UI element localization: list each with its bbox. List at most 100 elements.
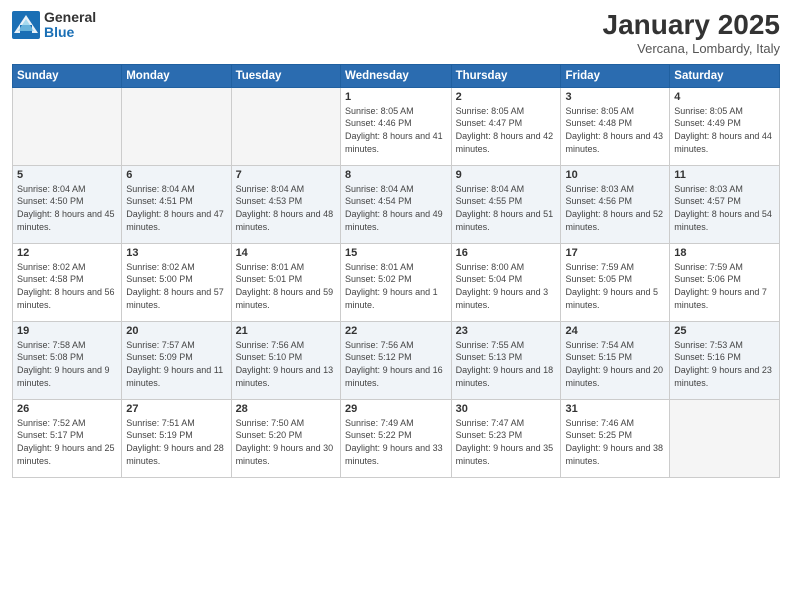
day-info: Sunrise: 8:04 AM Sunset: 4:54 PM Dayligh… xyxy=(345,183,447,233)
day-info: Sunrise: 7:50 AM Sunset: 5:20 PM Dayligh… xyxy=(236,417,336,467)
table-cell: 23 Sunrise: 7:55 AM Sunset: 5:13 PM Dayli… xyxy=(451,321,561,399)
day-number: 7 xyxy=(236,169,336,181)
table-cell: 15 Sunrise: 8:01 AM Sunset: 5:02 PM Dayli… xyxy=(341,243,452,321)
calendar-table: Sunday Monday Tuesday Wednesday Thursday… xyxy=(12,64,780,478)
day-info: Sunrise: 7:55 AM Sunset: 5:13 PM Dayligh… xyxy=(456,339,557,389)
day-info: Sunrise: 7:51 AM Sunset: 5:19 PM Dayligh… xyxy=(126,417,226,467)
table-cell: 4 Sunrise: 8:05 AM Sunset: 4:49 PM Daylig… xyxy=(670,87,780,165)
day-number: 19 xyxy=(17,325,117,337)
day-number: 14 xyxy=(236,247,336,259)
day-info: Sunrise: 7:49 AM Sunset: 5:22 PM Dayligh… xyxy=(345,417,447,467)
table-cell: 22 Sunrise: 7:56 AM Sunset: 5:12 PM Dayli… xyxy=(341,321,452,399)
table-cell: 9 Sunrise: 8:04 AM Sunset: 4:55 PM Daylig… xyxy=(451,165,561,243)
day-number: 2 xyxy=(456,91,557,103)
day-info: Sunrise: 7:58 AM Sunset: 5:08 PM Dayligh… xyxy=(17,339,117,389)
weekday-header-row: Sunday Monday Tuesday Wednesday Thursday… xyxy=(13,64,780,87)
table-cell xyxy=(231,87,340,165)
day-info: Sunrise: 8:05 AM Sunset: 4:48 PM Dayligh… xyxy=(565,105,665,155)
day-info: Sunrise: 8:02 AM Sunset: 5:00 PM Dayligh… xyxy=(126,261,226,311)
table-cell xyxy=(13,87,122,165)
day-info: Sunrise: 7:56 AM Sunset: 5:12 PM Dayligh… xyxy=(345,339,447,389)
day-number: 6 xyxy=(126,169,226,181)
day-info: Sunrise: 8:04 AM Sunset: 4:51 PM Dayligh… xyxy=(126,183,226,233)
logo: General Blue xyxy=(12,10,96,41)
table-cell: 25Sunrise: 7:53 AM Sunset: 5:16 PM Dayli… xyxy=(670,321,780,399)
day-number: 5 xyxy=(17,169,117,181)
day-info: Sunrise: 8:00 AM Sunset: 5:04 PM Dayligh… xyxy=(456,261,557,311)
table-cell: 2 Sunrise: 8:05 AM Sunset: 4:47 PM Daylig… xyxy=(451,87,561,165)
logo-text: General Blue xyxy=(44,10,96,41)
day-info: Sunrise: 7:57 AM Sunset: 5:09 PM Dayligh… xyxy=(126,339,226,389)
table-cell: 3 Sunrise: 8:05 AM Sunset: 4:48 PM Daylig… xyxy=(561,87,670,165)
day-info: Sunrise: 7:52 AM Sunset: 5:17 PM Dayligh… xyxy=(17,417,117,467)
day-info: Sunrise: 7:56 AM Sunset: 5:10 PM Dayligh… xyxy=(236,339,336,389)
day-number: 12 xyxy=(17,247,117,259)
day-number: 11 xyxy=(674,169,775,181)
day-number: 4 xyxy=(674,91,775,103)
table-cell xyxy=(122,87,231,165)
day-number: 29 xyxy=(345,403,447,415)
week-row-5: 26 Sunrise: 7:52 AM Sunset: 5:17 PM Dayli… xyxy=(13,399,780,477)
day-number: 23 xyxy=(456,325,557,337)
day-info: Sunrise: 8:01 AM Sunset: 5:02 PM Dayligh… xyxy=(345,261,447,311)
day-number: 26 xyxy=(17,403,117,415)
day-number: 9 xyxy=(456,169,557,181)
table-cell: 29 Sunrise: 7:49 AM Sunset: 5:22 PM Dayli… xyxy=(341,399,452,477)
table-cell: 17 Sunrise: 7:59 AM Sunset: 5:05 PM Dayli… xyxy=(561,243,670,321)
day-info: Sunrise: 7:53 AM Sunset: 5:16 PM Dayligh… xyxy=(674,339,775,389)
table-cell: 13 Sunrise: 8:02 AM Sunset: 5:00 PM Dayli… xyxy=(122,243,231,321)
day-number: 1 xyxy=(345,91,447,103)
day-info: Sunrise: 8:04 AM Sunset: 4:55 PM Dayligh… xyxy=(456,183,557,233)
title-block: January 2025 Vercana, Lombardy, Italy xyxy=(603,10,780,56)
week-row-3: 12 Sunrise: 8:02 AM Sunset: 4:58 PM Dayli… xyxy=(13,243,780,321)
table-cell: 26 Sunrise: 7:52 AM Sunset: 5:17 PM Dayli… xyxy=(13,399,122,477)
logo-blue: Blue xyxy=(44,25,96,40)
day-number: 13 xyxy=(126,247,226,259)
day-number: 18 xyxy=(674,247,775,259)
table-cell: 8Sunrise: 8:04 AM Sunset: 4:54 PM Daylig… xyxy=(341,165,452,243)
table-cell: 14 Sunrise: 8:01 AM Sunset: 5:01 PM Dayli… xyxy=(231,243,340,321)
day-number: 17 xyxy=(565,247,665,259)
day-number: 21 xyxy=(236,325,336,337)
day-number: 3 xyxy=(565,91,665,103)
day-info: Sunrise: 7:59 AM Sunset: 5:05 PM Dayligh… xyxy=(565,261,665,311)
table-cell: 7 Sunrise: 8:04 AM Sunset: 4:53 PM Daylig… xyxy=(231,165,340,243)
day-number: 30 xyxy=(456,403,557,415)
day-number: 22 xyxy=(345,325,447,337)
day-info: Sunrise: 7:54 AM Sunset: 5:15 PM Dayligh… xyxy=(565,339,665,389)
day-info: Sunrise: 8:05 AM Sunset: 4:47 PM Dayligh… xyxy=(456,105,557,155)
header-thursday: Thursday xyxy=(451,64,561,87)
table-cell: 18 Sunrise: 7:59 AM Sunset: 5:06 PM Dayli… xyxy=(670,243,780,321)
header-friday: Friday xyxy=(561,64,670,87)
header-monday: Monday xyxy=(122,64,231,87)
day-number: 20 xyxy=(126,325,226,337)
table-cell: 28 Sunrise: 7:50 AM Sunset: 5:20 PM Dayli… xyxy=(231,399,340,477)
calendar-container: General Blue January 2025 Vercana, Lomba… xyxy=(0,0,792,612)
day-info: Sunrise: 7:59 AM Sunset: 5:06 PM Dayligh… xyxy=(674,261,775,311)
table-cell: 20 Sunrise: 7:57 AM Sunset: 5:09 PM Dayli… xyxy=(122,321,231,399)
day-info: Sunrise: 8:04 AM Sunset: 4:50 PM Dayligh… xyxy=(17,183,117,233)
day-info: Sunrise: 8:05 AM Sunset: 4:46 PM Dayligh… xyxy=(345,105,447,155)
day-number: 16 xyxy=(456,247,557,259)
day-number: 31 xyxy=(565,403,665,415)
table-cell: 6 Sunrise: 8:04 AM Sunset: 4:51 PM Daylig… xyxy=(122,165,231,243)
table-cell: 27Sunrise: 7:51 AM Sunset: 5:19 PM Dayli… xyxy=(122,399,231,477)
day-info: Sunrise: 8:01 AM Sunset: 5:01 PM Dayligh… xyxy=(236,261,336,311)
month-title: January 2025 xyxy=(603,10,780,41)
logo-general: General xyxy=(44,10,96,25)
table-cell: 12 Sunrise: 8:02 AM Sunset: 4:58 PM Dayli… xyxy=(13,243,122,321)
day-info: Sunrise: 8:02 AM Sunset: 4:58 PM Dayligh… xyxy=(17,261,117,311)
day-number: 15 xyxy=(345,247,447,259)
day-number: 10 xyxy=(565,169,665,181)
day-info: Sunrise: 8:04 AM Sunset: 4:53 PM Dayligh… xyxy=(236,183,336,233)
day-info: Sunrise: 8:05 AM Sunset: 4:49 PM Dayligh… xyxy=(674,105,775,155)
day-number: 28 xyxy=(236,403,336,415)
table-cell xyxy=(670,399,780,477)
logo-icon xyxy=(12,11,40,39)
week-row-1: 1 Sunrise: 8:05 AM Sunset: 4:46 PM Daylig… xyxy=(13,87,780,165)
header-saturday: Saturday xyxy=(670,64,780,87)
day-info: Sunrise: 8:03 AM Sunset: 4:56 PM Dayligh… xyxy=(565,183,665,233)
day-info: Sunrise: 7:47 AM Sunset: 5:23 PM Dayligh… xyxy=(456,417,557,467)
table-cell: 19 Sunrise: 7:58 AM Sunset: 5:08 PM Dayli… xyxy=(13,321,122,399)
day-info: Sunrise: 7:46 AM Sunset: 5:25 PM Dayligh… xyxy=(565,417,665,467)
